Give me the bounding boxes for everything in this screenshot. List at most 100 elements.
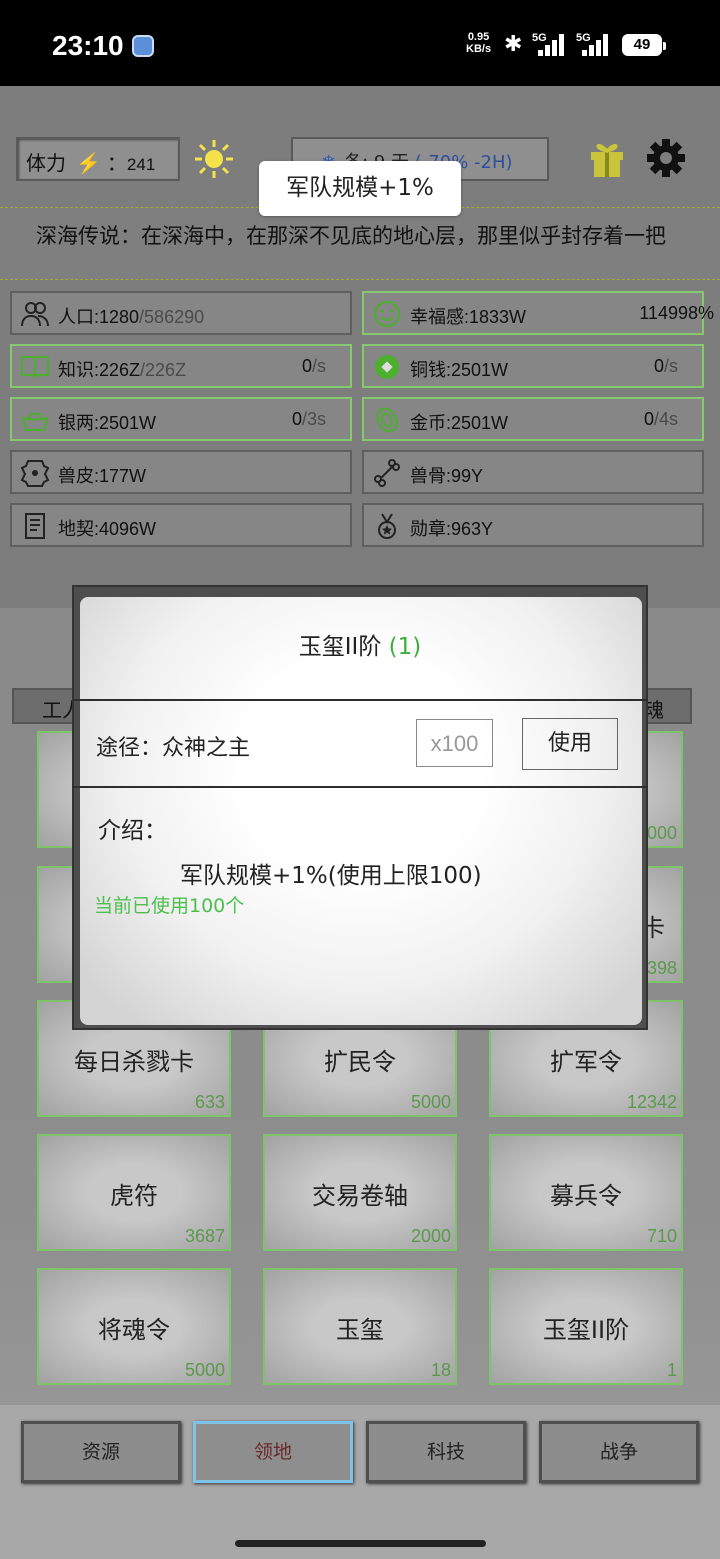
resource-name: 兽骨:99Y: [410, 466, 484, 486]
resource-rate-unit: /4s: [653, 409, 678, 429]
item-card[interactable]: 虎符 3687: [37, 1134, 231, 1251]
item-count: 2000: [410, 1226, 451, 1246]
bluetooth-icon: ✱: [504, 32, 523, 57]
nav-war[interactable]: 战争: [539, 1421, 699, 1483]
resource-name: 勋章:963Y: [410, 519, 494, 539]
resource-bone: 兽骨:99Y: [362, 450, 704, 494]
item-title: 玉玺II阶: [542, 1316, 630, 1344]
ingot-icon: [21, 412, 49, 431]
resource-happiness: 幸福感:1833W 114998%: [362, 291, 714, 335]
people-icon: [21, 302, 49, 327]
resource-copper: 铜钱:2501W 0/s: [362, 344, 704, 388]
nav-resources[interactable]: 资源: [21, 1421, 181, 1483]
resource-name: 人口:1280: [58, 307, 140, 327]
item-title: 募兵令: [550, 1182, 622, 1210]
battery-icon: 49: [622, 34, 666, 56]
item-count: 398: [646, 958, 677, 978]
item-title: 扩军令: [550, 1048, 622, 1076]
stamina-sep: ：: [106, 153, 127, 175]
home-indicator[interactable]: [235, 1540, 486, 1547]
toast-tooltip: 军队规模+1%: [259, 161, 461, 216]
resource-name: 铜钱:2501W: [410, 360, 509, 380]
item-count: 3687: [184, 1226, 225, 1246]
resource-name: 银两:2501W: [58, 413, 157, 433]
network-speed: 0.95 KB/s: [466, 31, 491, 55]
item-count: 18: [430, 1360, 451, 1380]
dialog-item-name: 玉玺II阶: [298, 634, 382, 660]
resource-silver: 银两:2501W 0/3s: [10, 397, 352, 441]
book-icon: [21, 356, 49, 379]
item-card[interactable]: 交易卷轴 2000: [263, 1134, 457, 1251]
item-title: 将魂令: [98, 1316, 170, 1344]
resource-medal: 勋章:963Y: [362, 503, 704, 547]
coin-icon: [375, 355, 399, 379]
item-count: 5000: [410, 1092, 451, 1112]
nav-territory[interactable]: 领地: [193, 1421, 353, 1483]
signal-bars-2-icon: [582, 34, 612, 56]
quantity-input[interactable]: x100: [416, 719, 493, 767]
status-bar: 23:10 0.95 KB/s ✱ 5G 5G 49: [0, 0, 720, 86]
signal-bars-1-icon: [538, 34, 568, 56]
resource-pct: 114998%: [639, 303, 714, 323]
resource-rate: 0: [643, 409, 654, 429]
item-card[interactable]: 玉玺 18: [263, 1268, 457, 1385]
dialog-title: 玉玺II阶 (1): [0, 627, 720, 661]
stamina-box: 体力 ⚡ ：241: [16, 137, 180, 181]
news-marquee: 深海传说：在深海中，在那深不见底的地心层，那里似乎封存着一把: [0, 207, 720, 280]
resource-name: 知识:226Z: [58, 360, 141, 380]
resource-rate-unit: /s: [663, 356, 678, 376]
item-count: 710: [646, 1226, 677, 1246]
dialog-intro-text: 军队规模+1%(使用上限100): [180, 863, 482, 889]
resource-name: 兽皮:177W: [58, 466, 147, 486]
item-count: 000: [646, 823, 677, 843]
hide-icon: [20, 460, 50, 487]
resource-gold: 金币:2501W 0/4s: [362, 397, 704, 441]
item-title: 交易卷轴: [312, 1182, 408, 1210]
item-title: 虎符: [110, 1182, 158, 1210]
item-title: 扩民令: [324, 1048, 396, 1076]
item-title: 每日杀戮卡: [74, 1048, 194, 1076]
medal-icon: [378, 513, 396, 539]
dialog-divider: [72, 786, 648, 788]
dialog-divider: [72, 699, 648, 701]
item-card[interactable]: 玉玺II阶 1: [489, 1268, 683, 1385]
stamina-value: 241: [126, 155, 156, 174]
item-count: 5000: [184, 1360, 225, 1380]
gold-icon: [376, 407, 398, 433]
stamina-label: 体力: [26, 153, 66, 175]
dialog-item-qty: (1): [388, 634, 422, 660]
dialog-used-count: 当前已使用100个: [94, 895, 245, 917]
battery-level: 49: [633, 36, 651, 53]
network-speed-value: 0.95: [467, 31, 490, 43]
sun-icon: [195, 140, 233, 178]
item-count: 12342: [626, 1092, 677, 1112]
resource-deed: 地契:4096W: [10, 503, 352, 547]
network-speed-unit: KB/s: [466, 43, 492, 55]
resource-name: 幸福感:1833W: [410, 307, 527, 327]
dialog-route: 途径：众神之主: [96, 736, 251, 761]
gear-icon[interactable]: [645, 137, 687, 179]
resource-rate: 0: [291, 409, 302, 429]
nav-technology[interactable]: 科技: [366, 1421, 526, 1483]
resource-rate-unit: /s: [311, 356, 326, 376]
resource-rate: 0: [301, 356, 312, 376]
item-card[interactable]: 募兵令 710: [489, 1134, 683, 1251]
resource-max: /586290: [139, 307, 205, 327]
smile-icon: [374, 301, 400, 327]
resource-population: 人口:1280/586290: [10, 291, 352, 335]
resource-rate: 0: [653, 356, 664, 376]
resource-name: 地契:4096W: [58, 519, 157, 539]
resource-hide: 兽皮:177W: [10, 450, 352, 494]
item-count: 1: [666, 1360, 677, 1380]
use-button[interactable]: 使用: [522, 718, 618, 770]
dialog-intro-label: 介绍：: [98, 818, 167, 844]
deed-icon: [25, 513, 45, 539]
gift-icon[interactable]: [588, 138, 626, 178]
status-time: 23:10: [52, 30, 124, 61]
item-card[interactable]: 将魂令 5000: [37, 1268, 231, 1385]
app-notification-icon: [132, 35, 154, 57]
item-title: 玉玺: [336, 1316, 384, 1344]
resource-knowledge: 知识:226Z/226Z 0/s: [10, 344, 352, 388]
resource-max: /226Z: [140, 360, 187, 380]
resource-name: 金币:2501W: [410, 413, 509, 433]
